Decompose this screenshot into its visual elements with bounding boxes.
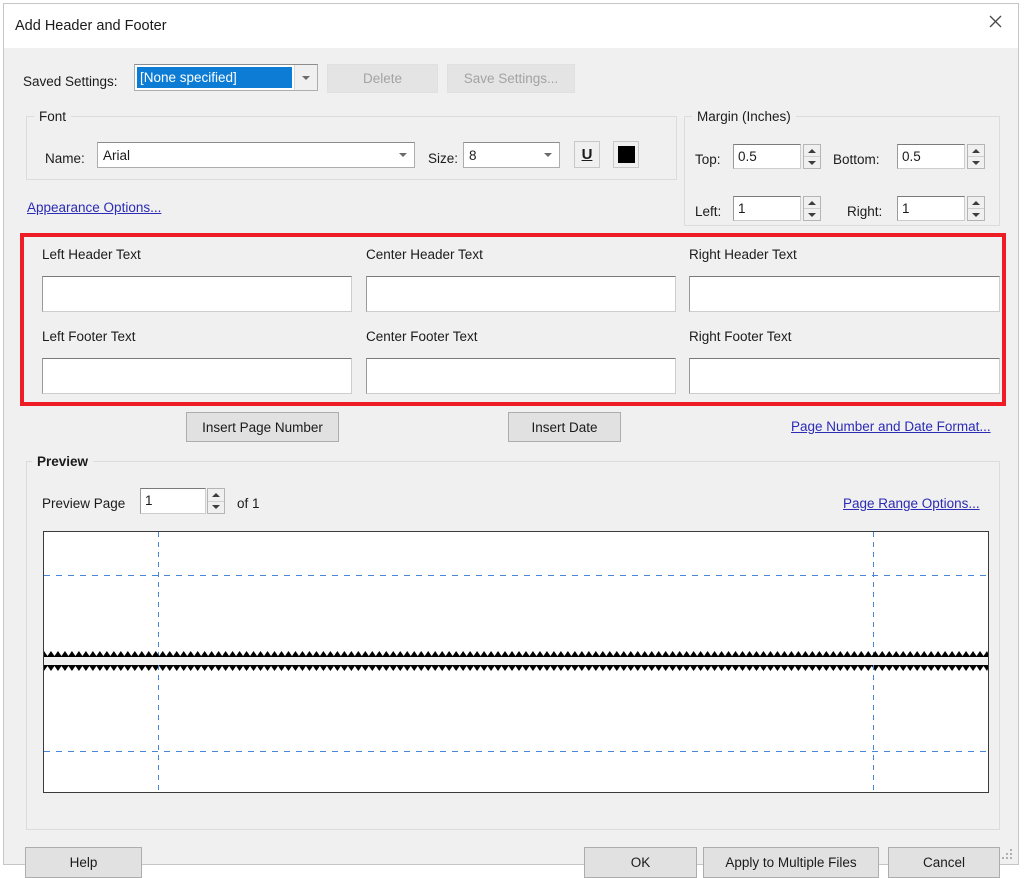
- margin-right-input[interactable]: 1: [897, 196, 965, 221]
- margin-right-stepper[interactable]: [967, 196, 985, 221]
- triangle-down-icon[interactable]: [968, 209, 984, 220]
- center-footer-text-input[interactable]: [366, 358, 676, 394]
- margin-left-stepper[interactable]: [803, 196, 821, 221]
- right-footer-text-input[interactable]: [689, 358, 1000, 394]
- preview-page-total: of 1: [237, 496, 260, 511]
- page2-right-margin-guide: [873, 665, 874, 792]
- resize-grip[interactable]: [1002, 849, 1014, 861]
- chevron-down-icon[interactable]: [392, 143, 414, 167]
- text-color-swatch-icon[interactable]: [613, 141, 639, 168]
- margin-bottom-stepper[interactable]: [967, 144, 985, 169]
- triangle-up-icon[interactable]: [804, 145, 820, 156]
- help-button[interactable]: Help: [25, 847, 142, 878]
- triangle-up-icon[interactable]: [968, 197, 984, 208]
- center-footer-text-label: Center Footer Text: [366, 329, 478, 344]
- dialog-body: Saved Settings: [None specified] Delete …: [4, 48, 1018, 878]
- preview-pane[interactable]: [43, 531, 989, 793]
- page-range-options-link[interactable]: Page Range Options...: [843, 496, 980, 511]
- save-settings-button[interactable]: Save Settings...: [447, 64, 575, 93]
- cancel-button[interactable]: Cancel: [888, 847, 1000, 878]
- right-header-text-label: Right Header Text: [689, 247, 797, 262]
- triangle-down-icon[interactable]: [804, 157, 820, 168]
- chevron-down-icon[interactable]: [294, 65, 317, 90]
- center-header-text-input[interactable]: [366, 276, 676, 312]
- insert-page-number-button[interactable]: Insert Page Number: [186, 412, 339, 442]
- page1-right-margin-guide: [873, 532, 874, 657]
- right-header-text-input[interactable]: [689, 276, 1000, 312]
- left-footer-text-input[interactable]: [42, 358, 352, 394]
- preview-page-stepper[interactable]: [207, 488, 225, 514]
- font-size-value: 8: [469, 147, 477, 163]
- margin-group-title: Margin (Inches): [692, 109, 796, 124]
- insert-date-button[interactable]: Insert Date: [508, 412, 621, 442]
- font-group-title: Font: [34, 109, 72, 124]
- preview-page-gap: [44, 657, 988, 665]
- close-icon[interactable]: [972, 4, 1018, 38]
- page-number-date-format-link[interactable]: Page Number and Date Format...: [791, 419, 991, 434]
- underline-icon[interactable]: U: [574, 141, 600, 168]
- center-header-text-label: Center Header Text: [366, 247, 483, 262]
- margin-top-label: Top:: [695, 152, 721, 167]
- margin-bottom-input[interactable]: 0.5: [897, 144, 965, 169]
- right-footer-text-label: Right Footer Text: [689, 329, 792, 344]
- saved-settings-value: [None specified]: [137, 67, 292, 88]
- preview-page-2: [44, 665, 988, 792]
- page1-bottom-edge-zigzag: [44, 651, 988, 657]
- font-name-value: Arial: [103, 147, 131, 163]
- margin-bottom-label: Bottom:: [833, 152, 880, 167]
- margin-right-label: Right:: [847, 204, 883, 219]
- margin-left-input[interactable]: 1: [733, 196, 801, 221]
- dialog-title: Add Header and Footer: [15, 18, 167, 34]
- font-size-label: Size:: [428, 151, 459, 166]
- preview-page-input[interactable]: 1: [140, 488, 206, 514]
- triangle-up-icon[interactable]: [208, 489, 224, 501]
- preview-page-1: [44, 532, 988, 657]
- appearance-options-link[interactable]: Appearance Options...: [27, 200, 161, 215]
- margin-top-input[interactable]: 0.5: [733, 144, 801, 169]
- saved-settings-combo[interactable]: [None specified]: [134, 64, 318, 91]
- font-name-label: Name:: [45, 151, 85, 166]
- triangle-up-icon[interactable]: [968, 145, 984, 156]
- font-name-combo[interactable]: Arial: [97, 142, 415, 168]
- title-bar: Add Header and Footer: [4, 4, 1018, 48]
- page1-left-margin-guide: [158, 532, 159, 657]
- color-swatch: [617, 146, 635, 163]
- preview-group-title: Preview: [32, 454, 94, 469]
- left-header-text-label: Left Header Text: [42, 247, 141, 262]
- triangle-down-icon[interactable]: [804, 209, 820, 220]
- preview-page-label: Preview Page: [42, 496, 126, 511]
- margin-left-label: Left:: [695, 204, 722, 219]
- margin-top-stepper[interactable]: [803, 144, 821, 169]
- underline-glyph: U: [581, 146, 593, 163]
- left-header-text-input[interactable]: [42, 276, 352, 312]
- apply-to-multiple-files-button[interactable]: Apply to Multiple Files: [703, 847, 879, 878]
- chevron-down-icon[interactable]: [537, 143, 559, 167]
- saved-settings-label: Saved Settings:: [23, 74, 118, 89]
- add-header-footer-dialog: Add Header and Footer Saved Settings: [N…: [3, 3, 1019, 878]
- page1-top-margin-guide: [44, 575, 988, 576]
- ok-button[interactable]: OK: [584, 847, 697, 878]
- triangle-down-icon[interactable]: [968, 157, 984, 168]
- left-footer-text-label: Left Footer Text: [42, 329, 136, 344]
- delete-button[interactable]: Delete: [327, 64, 438, 93]
- font-size-combo[interactable]: 8: [463, 142, 560, 168]
- page2-bottom-margin-guide: [44, 751, 988, 752]
- triangle-up-icon[interactable]: [804, 197, 820, 208]
- page2-left-margin-guide: [158, 665, 159, 792]
- triangle-down-icon[interactable]: [208, 502, 224, 514]
- page2-top-edge-zigzag: [44, 665, 988, 671]
